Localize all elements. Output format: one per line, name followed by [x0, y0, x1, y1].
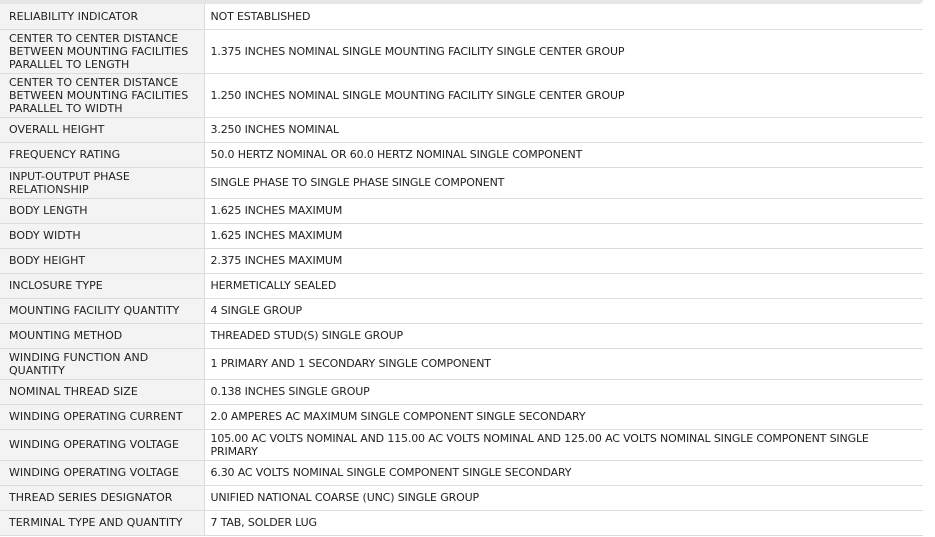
table-row: CENTER TO CENTER DISTANCE BETWEEN MOUNTI… — [0, 29, 923, 74]
table-row: MOUNTING METHOD THREADED STUD(S) SINGLE … — [0, 323, 923, 349]
characteristic-value: 6.30 AC VOLTS NOMINAL SINGLE COMPONENT S… — [204, 460, 923, 486]
characteristic-name: WINDING OPERATING VOLTAGE — [0, 460, 205, 486]
characteristic-value: 1.250 INCHES NOMINAL SINGLE MOUNTING FAC… — [204, 73, 923, 118]
characteristic-name: WINDING OPERATING CURRENT — [0, 404, 205, 430]
table-row: THREAD SERIES DESIGNATOR UNIFIED NATIONA… — [0, 485, 923, 511]
characteristic-name: THREAD SERIES DESIGNATOR — [0, 485, 205, 511]
characteristic-value: 50.0 HERTZ NOMINAL OR 60.0 HERTZ NOMINAL… — [204, 142, 923, 168]
characteristic-name: TERMINAL TYPE AND QUANTITY — [0, 510, 205, 536]
characteristic-value: NOT ESTABLISHED — [204, 4, 923, 30]
table-row: BODY HEIGHT 2.375 INCHES MAXIMUM — [0, 248, 923, 274]
characteristic-name: MOUNTING FACILITY QUANTITY — [0, 298, 205, 324]
table-row: WINDING FUNCTION AND QUANTITY 1 PRIMARY … — [0, 348, 923, 380]
characteristic-name: FREQUENCY RATING — [0, 142, 205, 168]
table-row: RELIABILITY INDICATOR NOT ESTABLISHED — [0, 4, 923, 30]
characteristic-value: SINGLE PHASE TO SINGLE PHASE SINGLE COMP… — [204, 167, 923, 199]
table-row: BODY WIDTH 1.625 INCHES MAXIMUM — [0, 223, 923, 249]
table-row: INCLOSURE TYPE HERMETICALLY SEALED — [0, 273, 923, 299]
characteristic-name: NOMINAL THREAD SIZE — [0, 379, 205, 405]
characteristic-name: BODY HEIGHT — [0, 248, 205, 274]
characteristic-name: INPUT-OUTPUT PHASE RELATIONSHIP — [0, 167, 205, 199]
table-row: OVERALL HEIGHT 3.250 INCHES NOMINAL — [0, 117, 923, 143]
table-row: WINDING OPERATING CURRENT 2.0 AMPERES AC… — [0, 404, 923, 430]
characteristic-value: 4 SINGLE GROUP — [204, 298, 923, 324]
characteristic-name: INCLOSURE TYPE — [0, 273, 205, 299]
characteristic-value: UNIFIED NATIONAL COARSE (UNC) SINGLE GRO… — [204, 485, 923, 511]
table-row: MOUNTING FACILITY QUANTITY 4 SINGLE GROU… — [0, 298, 923, 324]
characteristic-value: 0.138 INCHES SINGLE GROUP — [204, 379, 923, 405]
characteristic-value: HERMETICALLY SEALED — [204, 273, 923, 299]
characteristic-value: 1.375 INCHES NOMINAL SINGLE MOUNTING FAC… — [204, 29, 923, 74]
characteristic-name: WINDING FUNCTION AND QUANTITY — [0, 348, 205, 380]
characteristic-value: 105.00 AC VOLTS NOMINAL AND 115.00 AC VO… — [204, 429, 923, 461]
table-row: WINDING OPERATING VOLTAGE 6.30 AC VOLTS … — [0, 460, 923, 486]
characteristic-name: OVERALL HEIGHT — [0, 117, 205, 143]
characteristic-name: WINDING OPERATING VOLTAGE — [0, 429, 205, 461]
characteristic-name: BODY LENGTH — [0, 198, 205, 224]
table-row: TERMINAL TYPE AND QUANTITY 7 TAB, SOLDER… — [0, 510, 923, 536]
characteristic-name: CENTER TO CENTER DISTANCE BETWEEN MOUNTI… — [0, 29, 205, 74]
characteristic-value: 2.375 INCHES MAXIMUM — [204, 248, 923, 274]
characteristic-value: THREADED STUD(S) SINGLE GROUP — [204, 323, 923, 349]
table-row: INPUT-OUTPUT PHASE RELATIONSHIP SINGLE P… — [0, 167, 923, 199]
table-row: CENTER TO CENTER DISTANCE BETWEEN MOUNTI… — [0, 73, 923, 118]
characteristic-value: 1.625 INCHES MAXIMUM — [204, 223, 923, 249]
characteristic-value: 2.0 AMPERES AC MAXIMUM SINGLE COMPONENT … — [204, 404, 923, 430]
characteristic-name: MOUNTING METHOD — [0, 323, 205, 349]
characteristic-name: CENTER TO CENTER DISTANCE BETWEEN MOUNTI… — [0, 73, 205, 118]
characteristics-table: RELIABILITY INDICATOR NOT ESTABLISHED CE… — [0, 4, 923, 536]
characteristic-value: 3.250 INCHES NOMINAL — [204, 117, 923, 143]
table-row: WINDING OPERATING VOLTAGE 105.00 AC VOLT… — [0, 429, 923, 461]
characteristic-value: 1 PRIMARY AND 1 SECONDARY SINGLE COMPONE… — [204, 348, 923, 380]
characteristic-value: 1.625 INCHES MAXIMUM — [204, 198, 923, 224]
table-row: NOMINAL THREAD SIZE 0.138 INCHES SINGLE … — [0, 379, 923, 405]
table-row: FREQUENCY RATING 50.0 HERTZ NOMINAL OR 6… — [0, 142, 923, 168]
characteristic-name: RELIABILITY INDICATOR — [0, 4, 205, 30]
characteristic-value: 7 TAB, SOLDER LUG — [204, 510, 923, 536]
table-row: BODY LENGTH 1.625 INCHES MAXIMUM — [0, 198, 923, 224]
characteristic-name: BODY WIDTH — [0, 223, 205, 249]
